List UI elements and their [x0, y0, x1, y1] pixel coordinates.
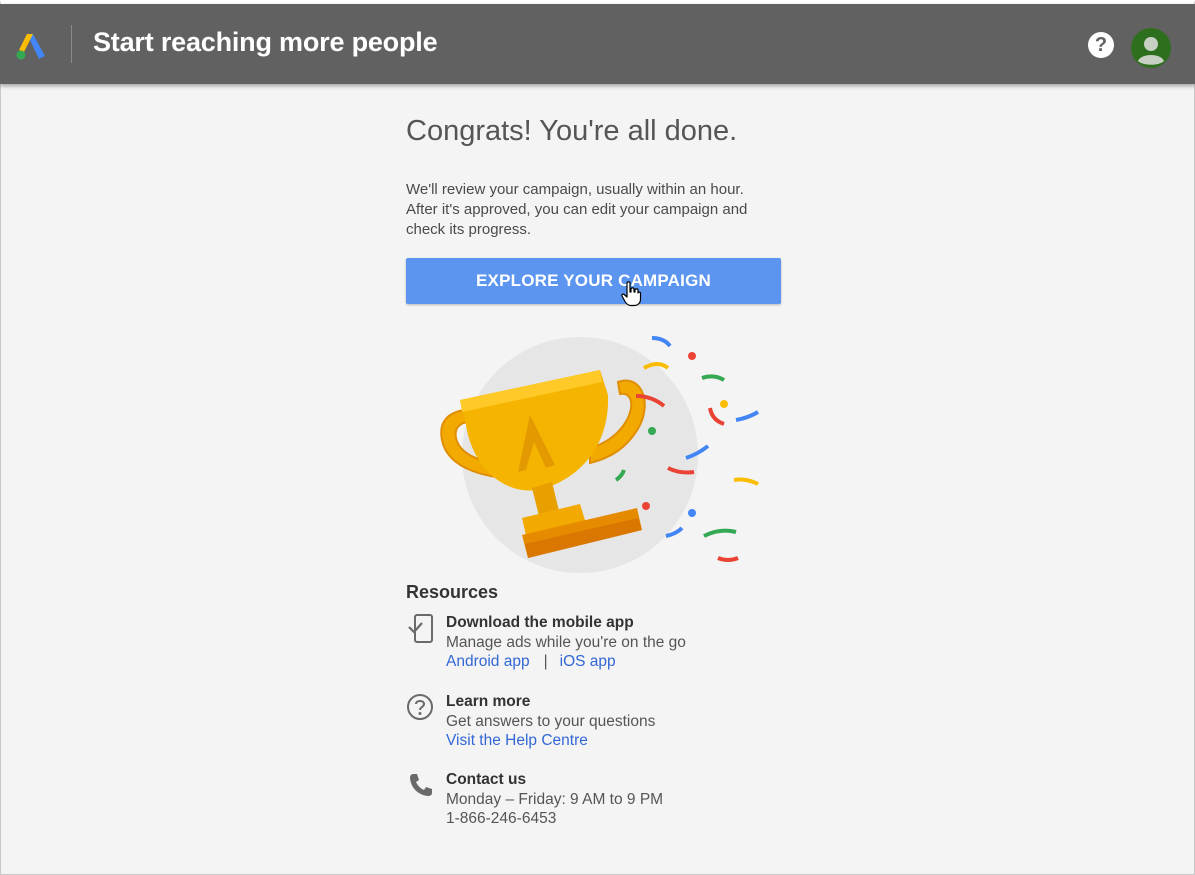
- resources-heading: Resources: [406, 582, 499, 602]
- description-line: After it's approved, you can edit your c…: [406, 201, 748, 218]
- mobile-check-icon: [408, 614, 433, 643]
- help-centre-link[interactable]: Visit the Help Centre: [446, 732, 588, 749]
- explore-campaign-button[interactable]: EXPLORE YOUR CAMPAIGN: [406, 258, 781, 304]
- resource-title: Learn more: [446, 693, 531, 710]
- link-separator: |: [543, 653, 548, 670]
- ios-app-link[interactable]: iOS app: [560, 653, 616, 670]
- resource-description: Get answers to your questions: [446, 712, 656, 730]
- description-line: We'll review your campaign, usually with…: [406, 181, 744, 198]
- top-app-bar: Start reaching more people ?: [0, 4, 1195, 84]
- help-icon[interactable]: ?: [1088, 32, 1114, 58]
- review-description: We'll review your campaign, usually with…: [406, 180, 776, 240]
- congrats-heading: Congrats! You're all done.: [406, 115, 738, 147]
- hand-cursor-icon: [621, 281, 642, 307]
- support-hours: Monday – Friday: 9 AM to 9 PM: [446, 790, 664, 808]
- resource-text: Contact us Monday – Friday: 9 AM to 9 PM…: [446, 770, 663, 829]
- google-ads-logo-icon[interactable]: [14, 28, 48, 62]
- account-avatar[interactable]: [1131, 28, 1171, 68]
- description-line: check its progress.: [406, 221, 532, 238]
- header-divider: [71, 25, 72, 63]
- android-app-link[interactable]: Android app: [446, 653, 530, 670]
- resource-text: Learn more Get answers to your questions…: [446, 692, 655, 751]
- help-circle-icon: [407, 694, 433, 720]
- resource-description: Manage ads while you're on the go: [446, 633, 686, 651]
- resource-title: Download the mobile app: [446, 614, 634, 631]
- resource-text: Download the mobile app Manage ads while…: [446, 613, 686, 672]
- resource-title: Contact us: [446, 771, 527, 788]
- page-title: Start reaching more people: [93, 27, 438, 57]
- app-links: Android app | iOS app: [446, 652, 686, 672]
- trophy-illustration: [440, 336, 760, 573]
- phone-icon: [410, 774, 432, 796]
- support-phone-number: 1-866-246-6453: [446, 810, 557, 827]
